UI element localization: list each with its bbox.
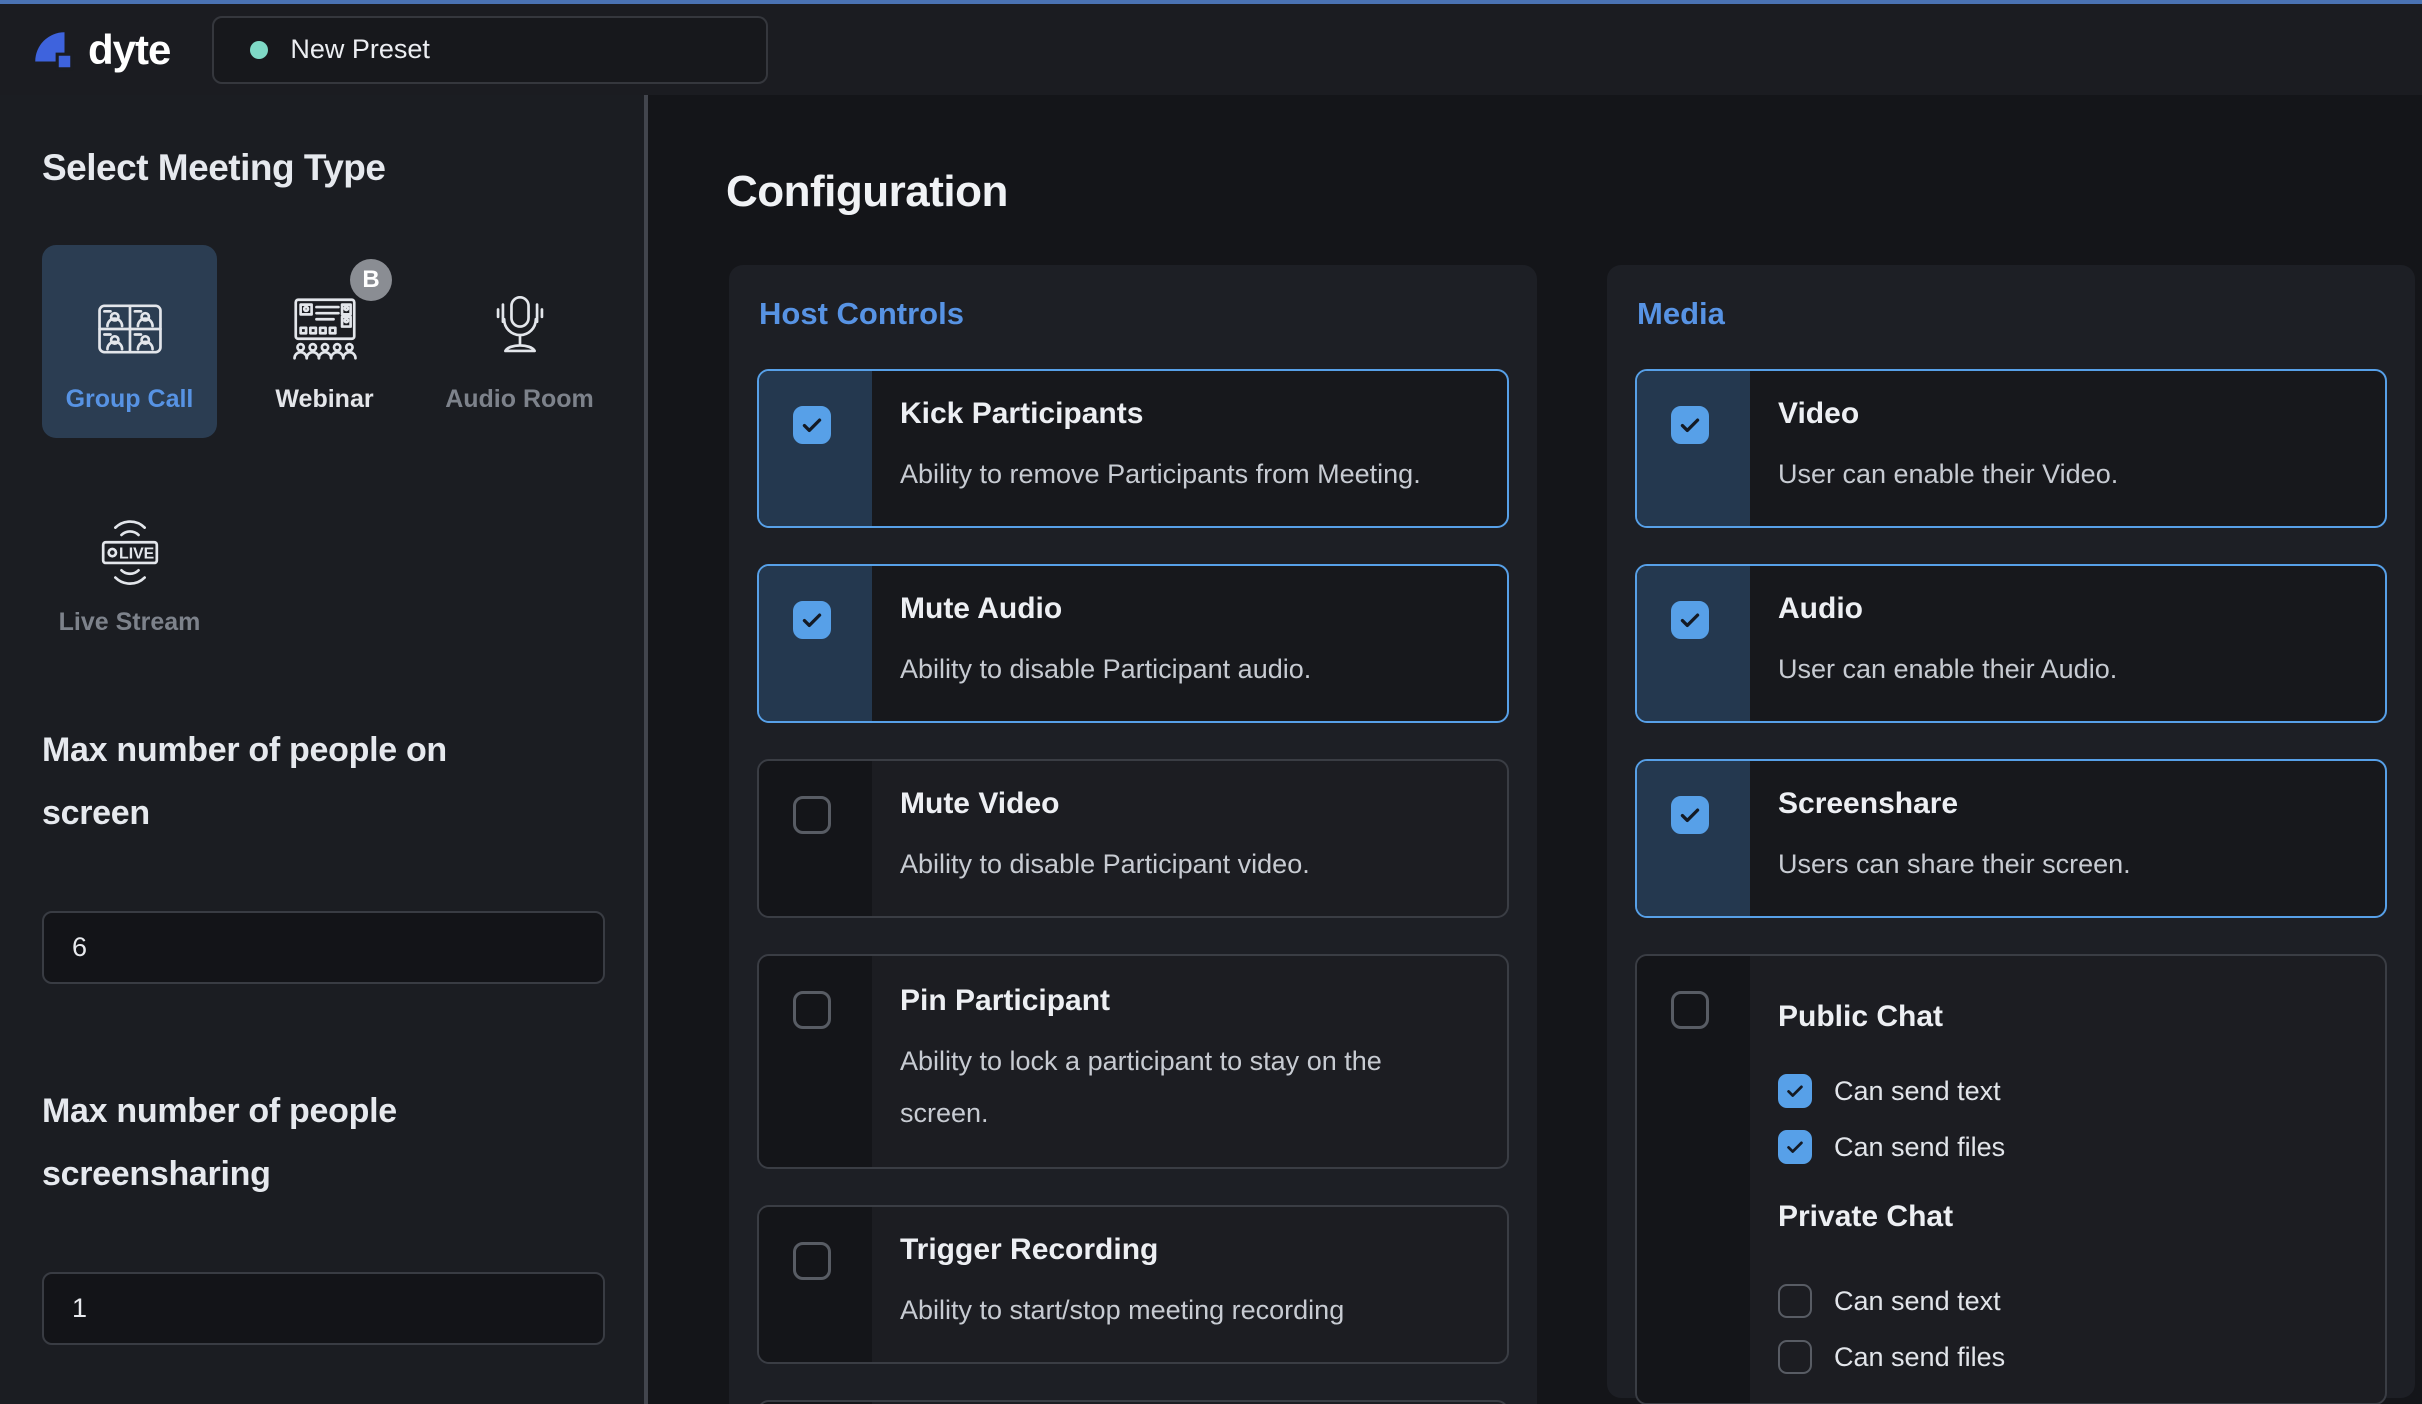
tile-label-webinar: Webinar: [237, 385, 412, 414]
public-chat-checkbox[interactable]: [1671, 991, 1709, 1029]
audio-checkbox[interactable]: [1671, 601, 1709, 639]
screenshare-checkbox[interactable]: [1671, 796, 1709, 834]
audio-room-icon: [481, 290, 559, 368]
card-title: Screenshare: [1778, 787, 2355, 821]
card-description: User can enable their Audio.: [1778, 644, 2355, 695]
card-strip: [759, 956, 872, 1167]
card-strip: [759, 566, 872, 721]
private-can-send-text-row: Can send text: [1778, 1284, 2355, 1318]
max-people-on-screen-label: Max number of people on screen: [42, 719, 562, 845]
sidebar: Select Meeting Type Group Call B: [0, 95, 644, 1404]
card-description: Ability to start/stop meeting recording: [900, 1285, 1477, 1336]
card-title: Video: [1778, 397, 2355, 431]
max-screensharing-label: Max number of people screensharing: [42, 1080, 562, 1206]
card-trigger-recording[interactable]: Trigger Recording Ability to start/stop …: [757, 1205, 1509, 1364]
meeting-type-heading: Select Meeting Type: [42, 147, 602, 189]
tile-audio-room[interactable]: Audio Room: [432, 245, 607, 438]
card-strip: [759, 371, 872, 526]
card-strip: [759, 761, 872, 916]
card-title: Public Chat: [1778, 1000, 2355, 1034]
checkbox-label: Can send files: [1834, 1342, 2005, 1373]
brand-name: dyte: [88, 26, 170, 74]
checkbox-label: Can send text: [1834, 1286, 2001, 1317]
tile-label-live-stream: Live Stream: [42, 608, 217, 637]
private-chat-subtitle: Private Chat: [1778, 1200, 2355, 1234]
card-mute-video[interactable]: Mute Video Ability to disable Participan…: [757, 759, 1509, 918]
mute-video-checkbox[interactable]: [793, 796, 831, 834]
tile-live-stream[interactable]: LIVE Live Stream: [42, 468, 217, 661]
card-description: Ability to remove Participants from Meet…: [900, 449, 1477, 500]
max-screensharing-input[interactable]: [42, 1272, 605, 1345]
private-can-send-files-checkbox[interactable]: [1778, 1340, 1812, 1374]
card-audio[interactable]: Audio User can enable their Audio.: [1635, 564, 2387, 723]
card-title: Audio: [1778, 592, 2355, 626]
live-stream-icon: LIVE: [91, 513, 169, 591]
card-title: Mute Video: [900, 787, 1477, 821]
pin-participant-checkbox[interactable]: [793, 991, 831, 1029]
public-can-send-files-row: Can send files: [1778, 1130, 2355, 1164]
card-description: User can enable their Video.: [1778, 449, 2355, 500]
card-title: Pin Participant: [900, 984, 1477, 1018]
meeting-type-tiles: Group Call B: [42, 245, 602, 661]
card-title: Trigger Recording: [900, 1233, 1477, 1267]
checkbox-label: Can send files: [1834, 1132, 2005, 1163]
private-can-send-files-row: Can send files: [1778, 1340, 2355, 1374]
public-can-send-text-checkbox[interactable]: [1778, 1074, 1812, 1108]
group-call-icon: [91, 290, 169, 368]
card-strip: [759, 1207, 872, 1362]
top-bar: dyte New Preset: [0, 0, 2422, 95]
live-icon-text: LIVE: [119, 545, 154, 562]
card-title: Kick Participants: [900, 397, 1477, 431]
checkbox-label: Can send text: [1834, 1076, 2001, 1107]
host-controls-heading: Host Controls: [757, 295, 1509, 333]
card-strip: [1637, 566, 1750, 721]
mute-audio-checkbox[interactable]: [793, 601, 831, 639]
public-can-send-text-row: Can send text: [1778, 1074, 2355, 1108]
card-truncated[interactable]: [757, 1400, 1509, 1404]
card-screenshare[interactable]: Screenshare Users can share their screen…: [1635, 759, 2387, 918]
card-kick-participants[interactable]: Kick Participants Ability to remove Part…: [757, 369, 1509, 528]
card-strip: [1637, 371, 1750, 526]
tile-webinar[interactable]: B Webina: [237, 245, 412, 438]
beta-badge: B: [350, 259, 392, 301]
public-can-send-files-checkbox[interactable]: [1778, 1130, 1812, 1164]
trigger-recording-checkbox[interactable]: [793, 1242, 831, 1280]
card-description: Ability to disable Participant audio.: [900, 644, 1477, 695]
max-people-on-screen-input[interactable]: [42, 911, 605, 984]
preset-name: New Preset: [290, 34, 430, 65]
configuration-area: Configuration Host Controls Kick Partici…: [648, 95, 2422, 1404]
page-title: Configuration: [726, 167, 1008, 217]
card-title: Mute Audio: [900, 592, 1477, 626]
video-checkbox[interactable]: [1671, 406, 1709, 444]
card-description: Ability to lock a participant to stay on…: [900, 1036, 1477, 1139]
preset-status-dot-icon: [250, 41, 268, 59]
dyte-logo-icon: [30, 27, 76, 73]
card-strip: [1637, 761, 1750, 916]
webinar-icon: [286, 290, 364, 368]
tile-group-call[interactable]: Group Call: [42, 245, 217, 438]
tile-label-group-call: Group Call: [42, 385, 217, 414]
kick-participants-checkbox[interactable]: [793, 406, 831, 444]
card-pin-participant[interactable]: Pin Participant Ability to lock a partic…: [757, 954, 1509, 1169]
tile-label-audio-room: Audio Room: [432, 385, 607, 414]
private-can-send-text-checkbox[interactable]: [1778, 1284, 1812, 1318]
preset-name-box[interactable]: New Preset: [212, 16, 768, 84]
card-mute-audio[interactable]: Mute Audio Ability to disable Participan…: [757, 564, 1509, 723]
media-panel: Media Video User can enable their Video.…: [1607, 265, 2415, 1398]
media-heading: Media: [1635, 295, 2387, 333]
host-controls-panel: Host Controls Kick Participants Ability …: [729, 265, 1537, 1404]
card-description: Ability to disable Participant video.: [900, 839, 1477, 890]
card-description: Users can share their screen.: [1778, 839, 2355, 890]
card-chat[interactable]: Public Chat Can send text Can send files…: [1635, 954, 2387, 1404]
card-video[interactable]: Video User can enable their Video.: [1635, 369, 2387, 528]
dyte-logo: dyte: [30, 26, 170, 74]
